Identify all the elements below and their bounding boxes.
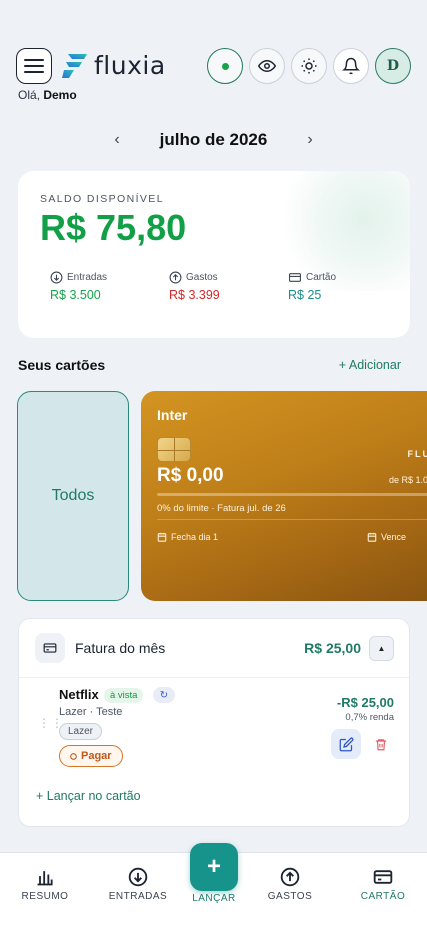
repeat-icon[interactable]: ↻ [153, 687, 175, 703]
menu-button[interactable] [16, 48, 52, 84]
invoice-icon-box [35, 633, 65, 663]
expense-label: Gastos [186, 272, 218, 283]
credit-card-icon [289, 273, 301, 282]
payment-type-badge: à vista [104, 688, 144, 703]
status-button[interactable] [207, 48, 243, 84]
nav-income[interactable]: ENTRADAS [98, 867, 178, 902]
expense-stat: Gastos R$ 3.399 [169, 271, 220, 302]
visibility-button[interactable] [249, 48, 285, 84]
brand-name: fluxia [94, 50, 166, 80]
nav-income-label: ENTRADAS [108, 891, 168, 902]
nav-launch-label: LANÇAR [192, 893, 236, 904]
user-name: Demo [43, 88, 77, 102]
arrow-up-circle-icon [280, 867, 300, 887]
menu-icon-bar [24, 65, 44, 67]
balance-card: SALDO DISPONÍVEL R$ 75,80 Entradas R$ 3.… [18, 171, 410, 338]
notifications-button[interactable] [333, 48, 369, 84]
income-stat: Entradas R$ 3.500 [50, 271, 107, 302]
app-logo: fluxia [60, 50, 166, 80]
edit-button[interactable] [331, 729, 361, 759]
arrow-down-circle-icon [128, 867, 148, 887]
card-closing-label: Fecha dia 1 [171, 532, 219, 542]
card-amount: R$ 0,00 [157, 465, 224, 486]
income-label: Entradas [67, 272, 108, 283]
greeting: Olá, Demo [18, 88, 77, 102]
card-brand: FLU [407, 449, 427, 459]
add-card-button[interactable]: + Adicionar [339, 358, 401, 372]
nav-summary[interactable]: RESUMO [5, 867, 85, 902]
status-dot-icon [221, 62, 229, 70]
balance-value: R$ 75,80 [40, 207, 187, 248]
credit-card-icon [43, 643, 57, 653]
transaction-name: Netflix [59, 687, 99, 702]
card-stat: Cartão R$ 25 [288, 271, 336, 302]
sun-icon [301, 58, 317, 74]
credit-card-icon [373, 870, 393, 884]
card-label: Cartão [306, 272, 337, 283]
month-label: julho de 2026 [159, 130, 268, 149]
arrow-down-circle-icon [50, 271, 63, 284]
card-due-label: Vence [381, 532, 407, 542]
pay-button[interactable]: Pagar [59, 745, 123, 767]
all-cards-filter[interactable]: Todos [17, 391, 129, 601]
nav-expenses[interactable]: GASTOS [250, 867, 330, 902]
card-usage: 0% do limite · Fatura jul. de 26 [157, 503, 286, 514]
transaction-income-percent: 0,7% renda [345, 712, 394, 723]
theme-button[interactable] [291, 48, 327, 84]
trash-icon [375, 738, 387, 750]
transaction-category: Lazer · Teste [59, 706, 123, 718]
app-header: fluxia Olá, Demo D [0, 0, 427, 110]
nav-card[interactable]: CARTÃO [343, 867, 423, 902]
avatar[interactable]: D [375, 48, 411, 84]
card-chip-icon [157, 437, 191, 462]
card-name: Inter [157, 407, 188, 423]
nav-card-label: CARTÃO [360, 891, 406, 902]
cards-section-title: Seus cartões [18, 357, 106, 373]
menu-icon-bar [24, 71, 44, 73]
card-divider [157, 519, 427, 520]
prev-month-button[interactable]: ‹ [114, 131, 119, 149]
arrow-up-circle-icon [169, 271, 182, 284]
pay-label: Pagar [81, 750, 112, 762]
calendar-icon [367, 532, 377, 542]
credit-card-inter[interactable]: Inter FLU R$ 0,00 de R$ 1.00 0% do limit… [141, 391, 427, 601]
card-closing: Fecha dia 1 [157, 532, 218, 542]
category-tag: Lazer [59, 723, 103, 740]
nav-summary-label: RESUMO [21, 891, 69, 902]
month-selector: ‹ julho de 2026 › [0, 130, 427, 150]
bell-icon [342, 57, 360, 75]
income-value: R$ 3.500 [50, 288, 101, 302]
greeting-prefix: Olá, [18, 88, 44, 102]
invoice-panel: Fatura do mês R$ 25,00 ▲ ⋮⋮ Netflix à vi… [18, 618, 410, 827]
next-month-button[interactable]: › [307, 131, 312, 149]
card-due: Vence [367, 532, 406, 542]
circle-icon [70, 752, 77, 760]
card-value: R$ 25 [288, 288, 322, 302]
nav-expenses-label: GASTOS [267, 891, 313, 902]
card-usage-bar [157, 493, 427, 496]
launch-fab-button[interactable]: + [190, 843, 238, 891]
calendar-icon [157, 532, 167, 542]
logo-icon [62, 54, 87, 78]
card-limit: de R$ 1.00 [388, 475, 427, 485]
bar-chart-icon [37, 871, 53, 886]
eye-icon [258, 59, 276, 73]
balance-label: SALDO DISPONÍVEL [40, 193, 164, 205]
invoice-total: R$ 25,00 [304, 640, 361, 656]
edit-icon [339, 737, 353, 751]
expense-value: R$ 3.399 [169, 288, 220, 302]
transaction-amount: -R$ 25,00 [336, 695, 394, 710]
menu-icon-bar [24, 59, 44, 61]
invoice-divider [19, 677, 409, 678]
collapse-toggle[interactable]: ▲ [369, 636, 394, 661]
invoice-title: Fatura do mês [75, 640, 166, 656]
delete-button[interactable] [369, 729, 393, 759]
launch-on-card-button[interactable]: + Lançar no cartão [36, 789, 141, 803]
